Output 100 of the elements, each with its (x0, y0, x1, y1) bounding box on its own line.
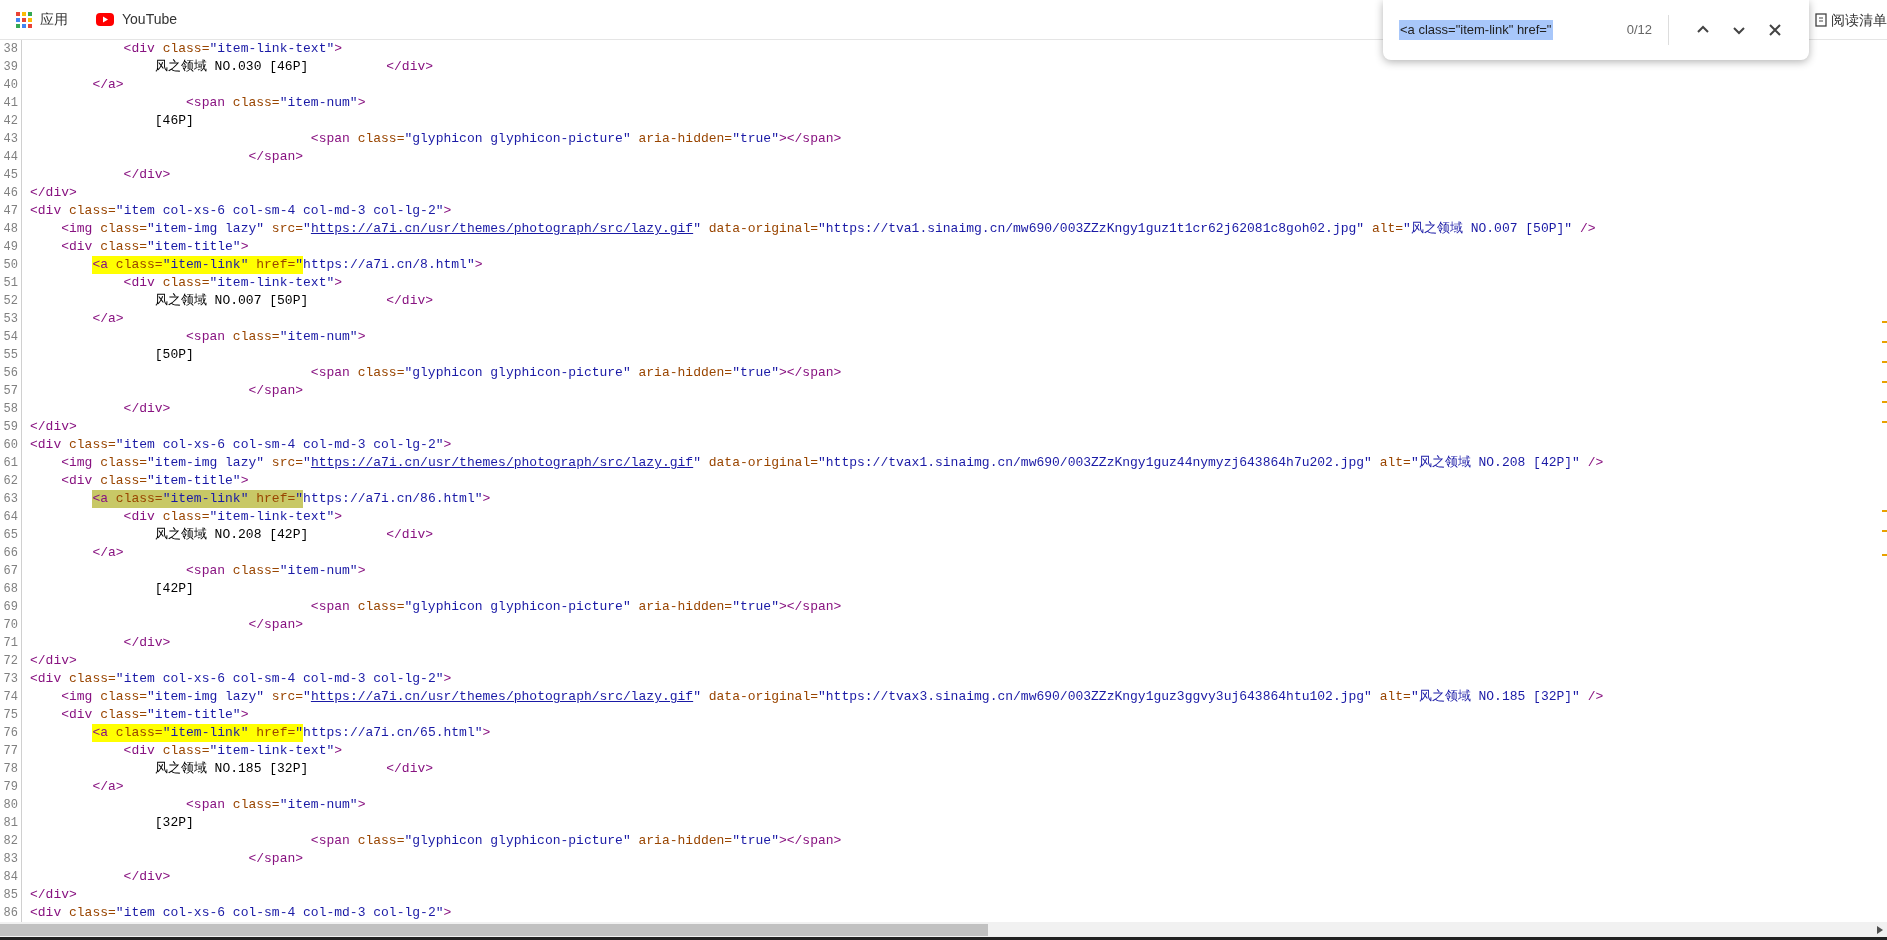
code-line: <div class="item col-xs-6 col-sm-4 col-md-3 col-lg-2"> (30, 670, 452, 688)
code-line: <span class="glyphicon glyphicon-picture" aria-hidden="true"></span> (309, 364, 842, 382)
code-line: <span class="glyphicon glyphicon-picture" aria-hidden="true"></span> (309, 598, 842, 616)
line-number: 63 (0, 490, 22, 508)
source-link[interactable]: https://a7i.cn/usr/themes/photograph/src/lazy.gif (310, 689, 694, 704)
line-number: 56 (0, 364, 22, 382)
line-number: 70 (0, 616, 22, 634)
match-count: 0/12 (1626, 21, 1653, 40)
code-line: <span class="glyphicon glyphicon-picture" aria-hidden="true"></span> (309, 832, 842, 850)
line-number: 80 (0, 796, 22, 814)
code-line: https://a7i.cn/86.html"> (303, 490, 491, 508)
line-number: 61 (0, 454, 22, 472)
line-number: 50 (0, 256, 22, 274)
code-line: <img class="item-img lazy" src="https://a7i.cn/usr/themes/photograph/src/lazy.gif" data-original="https://tva1.sinaimg.cn/mw690/003ZZzKngy1guz1t1cr62j62081c8goh02.jpg" alt="风之领域 NO.007 [50P]" /> (60, 220, 1596, 238)
code-line: </a> (91, 778, 124, 796)
play-logo-icon (96, 12, 114, 27)
code-line: <span class="item-num"> (185, 562, 366, 580)
code-line: <div class="item-title"> (60, 472, 249, 490)
scroll-right-icon[interactable] (1877, 925, 1883, 934)
match-marker (1882, 361, 1887, 363)
code-line: <img class="item-img lazy" src="https://a7i.cn/usr/themes/photograph/src/lazy.gif" data-original="https://tvax3.sinaimg.cn/mw690/003ZZzKngy1guz3ggvy3uj643864htu102.jpg" alt="风之领域 NO.185 [32P]" /> (60, 688, 1604, 706)
code-line: </a> (91, 76, 124, 94)
line-number: 83 (0, 850, 22, 868)
line-number: 59 (0, 418, 22, 436)
code-line: </div> (30, 652, 77, 670)
line-number: 40 (0, 76, 22, 94)
line-number: 77 (0, 742, 22, 760)
code-line: 风之领域 NO.007 [50P] </div> (153, 292, 434, 310)
code-line: [42P] (153, 580, 194, 598)
line-number: 82 (0, 832, 22, 850)
code-line: </div> (122, 400, 171, 418)
code-line: <span class="item-num"> (185, 796, 366, 814)
line-number: 69 (0, 598, 22, 616)
line-number: 73 (0, 670, 22, 688)
line-number: 65 (0, 526, 22, 544)
line-number: 45 (0, 166, 22, 184)
match-marker (1882, 510, 1887, 512)
match-marker (1882, 421, 1887, 423)
code-line: <span class="item-num"> (185, 328, 366, 346)
code-line: <div class="item-link-text"> (122, 742, 343, 760)
apps-grid-icon (16, 11, 32, 28)
line-number: 75 (0, 706, 22, 724)
code-line: [32P] (153, 814, 194, 832)
line-number: 72 (0, 652, 22, 670)
line-number: 62 (0, 472, 22, 490)
line-number: 52 (0, 292, 22, 310)
line-number: 43 (0, 130, 22, 148)
code-line: </span> (247, 616, 304, 634)
scrollbar-thumb[interactable] (0, 923, 988, 936)
line-number: 81 (0, 814, 22, 832)
code-line: [50P] (153, 346, 194, 364)
search-match: <a class="item-link" href=" (92, 490, 304, 508)
code-line: </div> (122, 868, 171, 886)
line-number: 74 (0, 688, 22, 706)
code-line: <span class="glyphicon glyphicon-picture" aria-hidden="true"></span> (309, 130, 842, 148)
search-match: <a class="item-link" href=" (92, 724, 304, 742)
code-line: </div> (30, 418, 77, 436)
code-line: <div class="item-title"> (60, 706, 249, 724)
line-number: 53 (0, 310, 22, 328)
line-number: 66 (0, 544, 22, 562)
code-line: <img class="item-img lazy" src="https://a7i.cn/usr/themes/photograph/src/lazy.gif" data-original="https://tvax1.sinaimg.cn/mw690/003ZZzKngy1guz44nymyzj643864h7u202.jpg" alt="风之领域 NO.208 [42P]" /> (60, 454, 1604, 472)
line-number: 78 (0, 760, 22, 778)
code-line: <div class="item-link-text"> (122, 274, 343, 292)
code-line: <div class="item col-xs-6 col-sm-4 col-md-3 col-lg-2"> (30, 436, 452, 454)
code-line: <div class="item-link-text"> (122, 508, 343, 526)
code-line: <div class="item col-xs-6 col-sm-4 col-md-3 col-lg-2"> (30, 202, 452, 220)
source-link[interactable]: https://a7i.cn/usr/themes/photograph/src/lazy.gif (310, 221, 694, 236)
source-link[interactable]: https://a7i.cn/usr/themes/photograph/src/lazy.gif (310, 455, 694, 470)
bookmark-link[interactable]: 应用 (40, 9, 68, 30)
line-number: 85 (0, 886, 22, 904)
match-marker (1882, 554, 1887, 556)
search-match: <a class="item-link" href=" (92, 256, 304, 274)
close-icon[interactable] (1768, 23, 1782, 37)
match-marker (1882, 401, 1887, 403)
code-line: 风之领域 NO.185 [32P] </div> (153, 760, 434, 778)
code-line: [46P] (153, 112, 194, 130)
line-number: 67 (0, 562, 22, 580)
code-line: </div> (122, 166, 171, 184)
code-line: https://a7i.cn/65.html"> (303, 724, 491, 742)
line-number: 49 (0, 238, 22, 256)
code-line: </a> (91, 310, 124, 328)
line-number: 46 (0, 184, 22, 202)
code-line: </a> (91, 544, 124, 562)
line-number: 79 (0, 778, 22, 796)
match-marker (1882, 321, 1887, 323)
line-number: 47 (0, 202, 22, 220)
line-number: 38 (0, 40, 22, 58)
line-number: 58 (0, 400, 22, 418)
line-number: 60 (0, 436, 22, 454)
bookmark-link[interactable]: YouTube (122, 9, 177, 30)
code-line: </div> (122, 634, 171, 652)
line-number: 51 (0, 274, 22, 292)
line-number: 57 (0, 382, 22, 400)
match-marker (1882, 530, 1887, 532)
reading-list-button[interactable]: 阅读清单 (1831, 9, 1887, 31)
code-line: 风之领域 NO.208 [42P] </div> (153, 526, 434, 544)
match-marker (1882, 381, 1887, 383)
line-number: 76 (0, 724, 22, 742)
code-line: </div> (30, 184, 77, 202)
code-line: </span> (247, 382, 304, 400)
